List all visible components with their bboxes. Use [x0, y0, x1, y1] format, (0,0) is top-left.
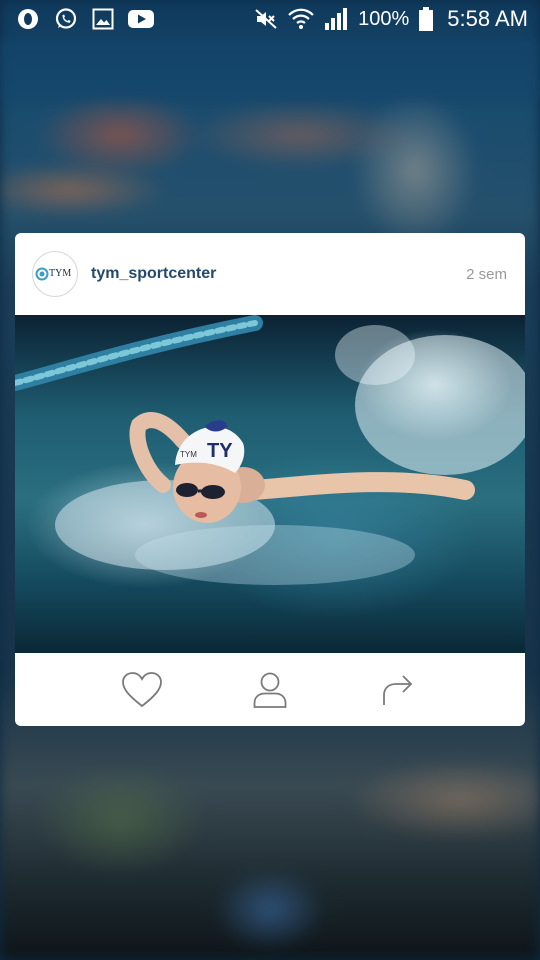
avatar[interactable]: TYM	[32, 251, 78, 297]
username-link[interactable]: tym_sportcenter	[91, 265, 216, 283]
tym-logo-icon: TYM	[35, 267, 71, 281]
gallery-icon	[92, 8, 114, 30]
profile-button[interactable]	[248, 668, 292, 712]
cap-small-text: TYM	[180, 450, 197, 459]
post-time: 2 sem	[466, 265, 507, 283]
post-preview-card: TYM tym_sportcenter 2 sem TY TYM	[15, 233, 525, 726]
system-icons: 100% 5:58 AM	[254, 6, 540, 32]
status-bar: 100% 5:58 AM	[0, 0, 540, 38]
mute-icon	[254, 7, 278, 31]
post-header: TYM tym_sportcenter 2 sem	[15, 233, 525, 315]
heart-icon	[122, 671, 162, 707]
avatar-text: TYM	[49, 268, 71, 279]
opera-icon	[16, 7, 40, 31]
swimmer-photo: TY TYM	[15, 315, 525, 585]
share-button[interactable]	[376, 668, 420, 712]
whatsapp-icon	[54, 7, 78, 31]
youtube-icon	[128, 9, 154, 29]
clock: 5:58 AM	[447, 6, 528, 31]
wifi-icon	[288, 7, 314, 31]
share-arrow-icon	[383, 674, 413, 705]
like-button[interactable]	[120, 668, 164, 712]
notification-icons	[0, 7, 154, 31]
cap-logo-text: TY	[207, 440, 233, 462]
post-actions	[15, 653, 525, 726]
post-photo[interactable]: TY TYM	[15, 315, 525, 653]
signal-icon	[324, 7, 348, 31]
battery-percent: 100%	[358, 7, 410, 30]
battery-icon	[419, 7, 434, 31]
screen: 100% 5:58 AM TYM tym_sportcenter 2 sem T…	[0, 0, 540, 960]
blurred-toolbar	[0, 40, 540, 100]
person-icon	[253, 672, 287, 708]
